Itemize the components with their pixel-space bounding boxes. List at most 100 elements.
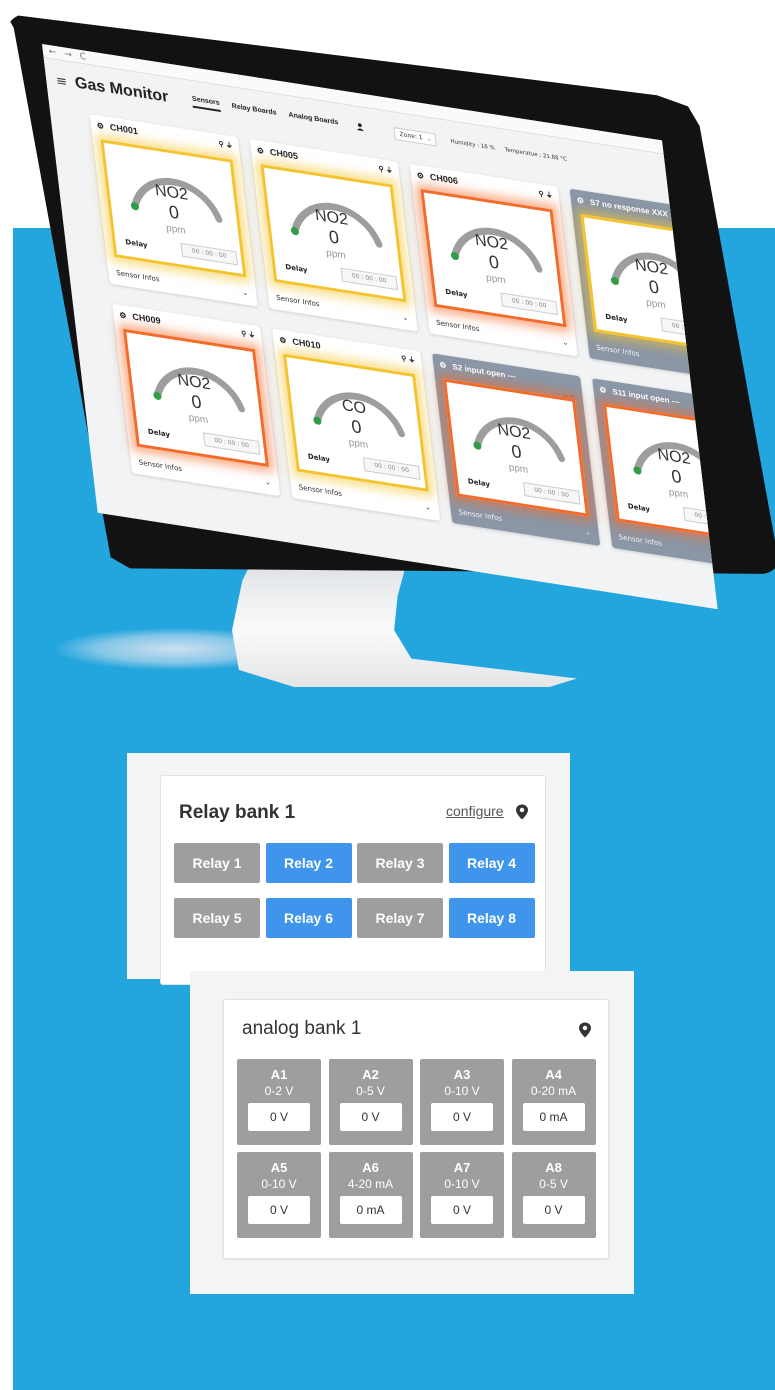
- analog-channel-name: A8: [545, 1160, 562, 1175]
- configure-link[interactable]: configure: [446, 803, 504, 819]
- forward-arrow-icon[interactable]: →: [64, 49, 73, 60]
- delay-label: Delay: [627, 502, 651, 514]
- sensor-infos-label: Sensor Infos: [458, 508, 503, 523]
- sensor-infos-label: Sensor Infos: [115, 268, 160, 284]
- relay-button[interactable]: Relay 2: [265, 843, 352, 883]
- sensor-infos-label: Sensor Infos: [138, 458, 183, 474]
- analog-channel-value: 0 mA: [339, 1196, 402, 1224]
- back-arrow-icon[interactable]: ←: [48, 46, 57, 57]
- relay-button[interactable]: Relay 5: [174, 898, 260, 938]
- monitor-screen: ← → C ≡ Gas Monitor Sensors Relay Boards…: [42, 44, 718, 610]
- delay-label: Delay: [444, 287, 468, 300]
- analog-channel-value: 0 V: [248, 1196, 310, 1224]
- analog-channel-name: A3: [453, 1067, 471, 1082]
- tab-relay-boards[interactable]: Relay Boards: [231, 103, 277, 120]
- gauge-panel: NO20ppmDelay00 : 00 : 00: [442, 378, 589, 517]
- sensor-name: CH009: [131, 311, 162, 326]
- analog-channel-tile: A6 4-20 mA 0 mA: [328, 1152, 413, 1238]
- analog-channel-name: A5: [270, 1160, 288, 1175]
- chevron-down-icon: ⌄: [584, 527, 592, 537]
- analog-channel-range: 0-5 V: [539, 1177, 568, 1191]
- relay-button[interactable]: Relay 1: [174, 843, 260, 883]
- sensor-infos-label: Sensor Infos: [435, 318, 480, 334]
- tab-sensors[interactable]: Sensors: [191, 95, 221, 112]
- sensor-card: ⚙ CH006 ⚲ ⏚ NO2 0 ppm Delay 00 : 00 : 00 Sensor …: [409, 163, 578, 357]
- analog-bank-card: analog bank 1 A1 0-2 V 0 V A2 0-5 V 0 V A3 0-10…: [223, 999, 609, 1259]
- analog-bank-title: analog bank 1: [242, 1018, 362, 1039]
- gear-icon[interactable]: ⚙: [119, 310, 127, 320]
- chevron-down-icon: ⌄: [264, 478, 272, 487]
- analog-channel-tile: A2 0-5 V 0 V: [328, 1059, 413, 1145]
- delay-timer: 00 : 00 : 00: [202, 432, 261, 455]
- sensor-name: CH001: [109, 122, 139, 137]
- sensor-card: ⚙ CH010 ⚲ ⏚ CO 0 ppm Delay 00 : 00 : 00 Sensor I…: [272, 328, 441, 522]
- analog-channel-value: 0 V: [431, 1103, 493, 1131]
- delay-label: Delay: [284, 262, 308, 275]
- analog-channel-range: 4-20 mA: [347, 1177, 394, 1191]
- gear-icon[interactable]: ⚙: [416, 170, 424, 180]
- sensor-card: ⚙S2 input open ---⊘ ⚲NO20ppmDelay00 : 00…: [432, 353, 601, 546]
- gauge-panel: NO20ppmDelay00 : 00 : 00: [260, 164, 407, 303]
- pin-plug-icons: ⚲ ⏚: [538, 190, 554, 200]
- sensor-infos-label: Sensor Infos: [298, 483, 343, 499]
- gear-icon[interactable]: ⚙: [256, 145, 264, 155]
- analog-channel-name: A1: [270, 1067, 288, 1082]
- gear-icon[interactable]: ⚙: [576, 195, 584, 205]
- sensor-name: S2 input open ---: [451, 361, 517, 381]
- analog-channel-name: A6: [362, 1160, 379, 1175]
- analog-channel-tile: A3 0-10 V 0 V: [420, 1059, 504, 1145]
- relay-button[interactable]: Relay 3: [357, 843, 443, 883]
- analog-channel-range: 0-10 V: [444, 1084, 480, 1098]
- gear-icon[interactable]: ⚙: [279, 335, 287, 345]
- analog-channel-value: 0 V: [522, 1196, 585, 1224]
- sensor-name: CH005: [269, 146, 299, 162]
- sensor-name: CH006: [429, 171, 459, 187]
- tab-analog-boards[interactable]: Analog Boards: [288, 112, 339, 130]
- gear-icon[interactable]: ⚙: [96, 120, 104, 130]
- sensor-card: ⚙ CH001 ⚲ ⏚ NO2 0 ppm Delay 00 : 00 : 00 Sensor …: [89, 114, 258, 307]
- location-pin-icon[interactable]: [515, 804, 529, 820]
- pin-plug-icons: ⚲ ⏚: [240, 330, 256, 340]
- sensor-name: CH010: [291, 336, 322, 351]
- sensor-card: ⚙ CH005 ⚲ ⏚ NO2 0 ppm Delay 00 : 00 : 00 Sensor …: [249, 138, 418, 332]
- relay-button[interactable]: Relay 4: [448, 843, 535, 883]
- analog-channel-value: 0 V: [248, 1103, 310, 1131]
- user-icon[interactable]: [356, 122, 365, 133]
- analog-channel-range: 0-10 V: [261, 1177, 297, 1191]
- gear-icon[interactable]: ⚙: [439, 360, 447, 370]
- sensor-infos-toggle[interactable]: Sensor Infos⌄: [618, 533, 717, 562]
- reload-icon[interactable]: C: [79, 51, 86, 62]
- location-pin-icon[interactable]: [578, 1022, 592, 1038]
- relay-button[interactable]: Relay 8: [448, 898, 535, 938]
- delay-label: Delay: [604, 312, 628, 325]
- pin-plug-icons: ⚲ ⏚: [218, 140, 234, 151]
- page: { "browser": { "back": "←", "forward": "…: [0, 0, 775, 1390]
- delay-timer: 00 : 00 : 00: [362, 457, 421, 480]
- delay-label: Delay: [124, 238, 148, 250]
- delay-label: Delay: [147, 427, 171, 439]
- delay-timer: 00 : 00 : 00: [340, 267, 399, 291]
- chevron-down-icon: ⌄: [424, 502, 432, 512]
- analog-channel-tile: A5 0-10 V 0 V: [237, 1152, 321, 1238]
- analog-channel-range: 0-5 V: [356, 1084, 385, 1098]
- pin-plug-icons: ⚲ ⏚: [378, 165, 394, 175]
- hamburger-menu-icon[interactable]: ≡: [55, 73, 68, 90]
- gauge-panel: CO 0 ppm Delay 00 : 00 : 00: [282, 353, 429, 492]
- sensor-name: S7 no response XXX: [589, 197, 669, 219]
- relay-button[interactable]: Relay 6: [265, 898, 352, 938]
- zone-select[interactable]: Zone: 1 ⌄: [393, 126, 438, 147]
- delay-timer: 00 : 00 : 00: [522, 482, 581, 505]
- relay-button[interactable]: Relay 7: [357, 898, 443, 938]
- gear-icon[interactable]: ⚙: [599, 385, 607, 395]
- sensor-infos-label: Sensor Infos: [275, 293, 320, 309]
